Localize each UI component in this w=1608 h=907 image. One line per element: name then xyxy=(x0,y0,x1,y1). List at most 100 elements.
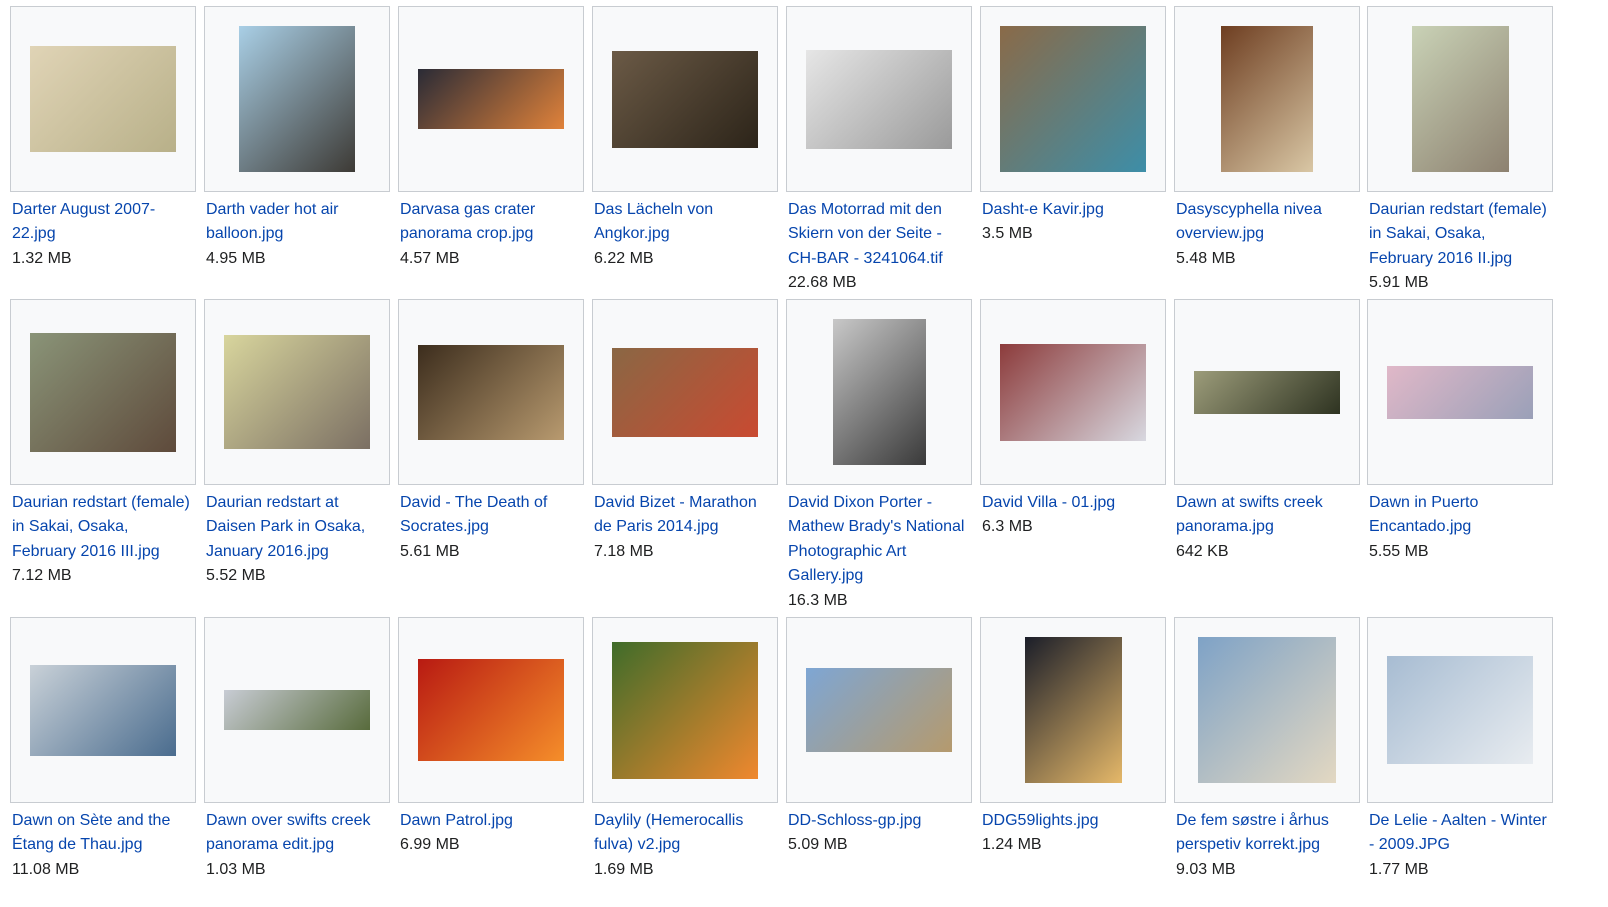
thumbnail-image[interactable] xyxy=(224,690,370,730)
gallery-caption: Darth vader hot air balloon.jpg 4.95 MB xyxy=(204,198,390,271)
thumbnail-box[interactable] xyxy=(786,6,972,192)
thumbnail-image[interactable] xyxy=(612,641,758,779)
thumbnail-box[interactable] xyxy=(10,6,196,192)
gallery-caption: Darter August 2007-22.jpg 1.32 MB xyxy=(10,198,196,271)
file-size: 1.03 MB xyxy=(206,860,266,878)
thumbnail-box[interactable] xyxy=(204,6,390,192)
thumbnail-image[interactable] xyxy=(1000,26,1146,172)
thumbnail-box[interactable] xyxy=(980,299,1166,485)
thumbnail-box[interactable] xyxy=(786,617,972,803)
gallery-item: Dawn in Puerto Encantado.jpg 5.55 MB xyxy=(1367,299,1553,564)
file-name-link[interactable]: David Dixon Porter - Mathew Brady's Nati… xyxy=(788,491,972,589)
thumbnail-box[interactable] xyxy=(1367,617,1553,803)
gallery-item: De Lelie - Aalten - Winter - 2009.JPG 1.7… xyxy=(1367,617,1553,882)
thumbnail-image[interactable] xyxy=(1387,656,1533,764)
thumbnail-box[interactable] xyxy=(592,299,778,485)
file-name-link[interactable]: David - The Death of Socrates.jpg xyxy=(400,491,584,540)
gallery-caption: DD-Schloss-gp.jpg 5.09 MB xyxy=(786,809,972,858)
file-name-link[interactable]: Daurian redstart (female) in Sakai, Osak… xyxy=(1369,198,1553,271)
gallery-item: Das Lächeln von Angkor.jpg 6.22 MB xyxy=(592,6,778,271)
thumbnail-image[interactable] xyxy=(1000,343,1146,441)
file-name-link[interactable]: Das Motorrad mit den Skiern von der Seit… xyxy=(788,198,972,271)
file-name-link[interactable]: Dasht-e Kavir.jpg xyxy=(982,198,1166,222)
thumbnail-box[interactable] xyxy=(980,6,1166,192)
thumbnail-image[interactable] xyxy=(612,50,758,148)
file-name-link[interactable]: Daurian redstart at Daisen Park in Osaka… xyxy=(206,491,390,564)
thumbnail-box[interactable] xyxy=(204,617,390,803)
image-gallery: Darter August 2007-22.jpg 1.32 MB Darth va… xyxy=(0,0,1608,907)
thumbnail-image[interactable] xyxy=(806,668,952,752)
thumbnail-box[interactable] xyxy=(1174,617,1360,803)
file-name-link[interactable]: Das Lächeln von Angkor.jpg xyxy=(594,198,778,247)
file-name-link[interactable]: DDG59lights.jpg xyxy=(982,809,1166,833)
thumbnail-box[interactable] xyxy=(1367,299,1553,485)
file-name-link[interactable]: Dawn over swifts creek panorama edit.jpg xyxy=(206,809,390,858)
gallery-item: David Villa - 01.jpg 6.3 MB xyxy=(980,299,1166,540)
gallery-caption: Dawn in Puerto Encantado.jpg 5.55 MB xyxy=(1367,491,1553,564)
thumbnail-box[interactable] xyxy=(10,617,196,803)
file-size: 642 KB xyxy=(1176,542,1229,560)
thumbnail-image[interactable] xyxy=(30,332,176,452)
file-name-link[interactable]: Dasyscyphella nivea overview.jpg xyxy=(1176,198,1360,247)
file-name-link[interactable]: Darter August 2007-22.jpg xyxy=(12,198,196,247)
thumbnail-image[interactable] xyxy=(418,659,564,761)
thumbnail-image[interactable] xyxy=(1024,637,1122,783)
file-name-link[interactable]: Dawn Patrol.jpg xyxy=(400,809,584,833)
gallery-caption: Daylily (Hemerocallis fulva) v2.jpg 1.69 … xyxy=(592,809,778,882)
thumbnail-image[interactable] xyxy=(239,26,355,172)
file-name-link[interactable]: De Lelie - Aalten - Winter - 2009.JPG xyxy=(1369,809,1553,858)
gallery-item: Dawn over swifts creek panorama edit.jpg… xyxy=(204,617,390,882)
file-name-link[interactable]: DD-Schloss-gp.jpg xyxy=(788,809,972,833)
thumbnail-image[interactable] xyxy=(612,347,758,437)
gallery-caption: Dawn on Sète and the Étang de Thau.jpg 11… xyxy=(10,809,196,882)
gallery-caption: Dawn over swifts creek panorama edit.jpg… xyxy=(204,809,390,882)
thumbnail-image[interactable] xyxy=(1198,637,1336,783)
thumbnail-box[interactable] xyxy=(398,617,584,803)
thumbnail-image[interactable] xyxy=(418,69,564,129)
thumbnail-box[interactable] xyxy=(1174,6,1360,192)
thumbnail-box[interactable] xyxy=(1174,299,1360,485)
gallery-item: Daylily (Hemerocallis fulva) v2.jpg 1.69 … xyxy=(592,617,778,882)
thumbnail-box[interactable] xyxy=(10,299,196,485)
file-name-link[interactable]: Darth vader hot air balloon.jpg xyxy=(206,198,390,247)
gallery-item: Dasht-e Kavir.jpg 3.5 MB xyxy=(980,6,1166,247)
gallery-item: Daurian redstart at Daisen Park in Osaka… xyxy=(204,299,390,589)
thumbnail-image[interactable] xyxy=(224,335,370,449)
thumbnail-image[interactable] xyxy=(1411,26,1509,172)
thumbnail-image[interactable] xyxy=(1221,26,1313,172)
thumbnail-image[interactable] xyxy=(418,344,564,440)
file-name-link[interactable]: David Bizet - Marathon de Paris 2014.jpg xyxy=(594,491,778,540)
thumbnail-box[interactable] xyxy=(980,617,1166,803)
thumbnail-box[interactable] xyxy=(204,299,390,485)
file-size: 5.48 MB xyxy=(1176,249,1236,267)
thumbnail-image[interactable] xyxy=(30,664,176,756)
thumbnail-image[interactable] xyxy=(1194,370,1340,414)
thumbnail-box[interactable] xyxy=(398,6,584,192)
thumbnail-image[interactable] xyxy=(30,46,176,152)
file-size: 4.95 MB xyxy=(206,249,266,267)
file-name-link[interactable]: Daylily (Hemerocallis fulva) v2.jpg xyxy=(594,809,778,858)
gallery-item: Daurian redstart (female) in Sakai, Osak… xyxy=(10,299,196,589)
thumbnail-image[interactable] xyxy=(806,49,952,149)
thumbnail-image[interactable] xyxy=(1387,365,1533,419)
file-name-link[interactable]: Daurian redstart (female) in Sakai, Osak… xyxy=(12,491,196,564)
thumbnail-box[interactable] xyxy=(1367,6,1553,192)
file-name-link[interactable]: Dawn in Puerto Encantado.jpg xyxy=(1369,491,1553,540)
gallery-item: Dawn Patrol.jpg 6.99 MB xyxy=(398,617,584,858)
thumbnail-box[interactable] xyxy=(786,299,972,485)
file-name-link[interactable]: David Villa - 01.jpg xyxy=(982,491,1166,515)
thumbnail-box[interactable] xyxy=(592,6,778,192)
file-size: 7.12 MB xyxy=(12,567,72,585)
gallery-item: Dawn on Sète and the Étang de Thau.jpg 11… xyxy=(10,617,196,882)
gallery-item: Dasyscyphella nivea overview.jpg 5.48 MB xyxy=(1174,6,1360,271)
file-name-link[interactable]: De fem søstre i århus perspetiv korrekt.… xyxy=(1176,809,1360,858)
thumbnail-image[interactable] xyxy=(832,319,926,465)
file-name-link[interactable]: Darvasa gas crater panorama crop.jpg xyxy=(400,198,584,247)
gallery-caption: Das Lächeln von Angkor.jpg 6.22 MB xyxy=(592,198,778,271)
file-name-link[interactable]: Dawn at swifts creek panorama.jpg xyxy=(1176,491,1360,540)
thumbnail-box[interactable] xyxy=(592,617,778,803)
file-name-link[interactable]: Dawn on Sète and the Étang de Thau.jpg xyxy=(12,809,196,858)
file-size: 1.77 MB xyxy=(1369,860,1429,878)
thumbnail-box[interactable] xyxy=(398,299,584,485)
gallery-caption: Dasht-e Kavir.jpg 3.5 MB xyxy=(980,198,1166,247)
